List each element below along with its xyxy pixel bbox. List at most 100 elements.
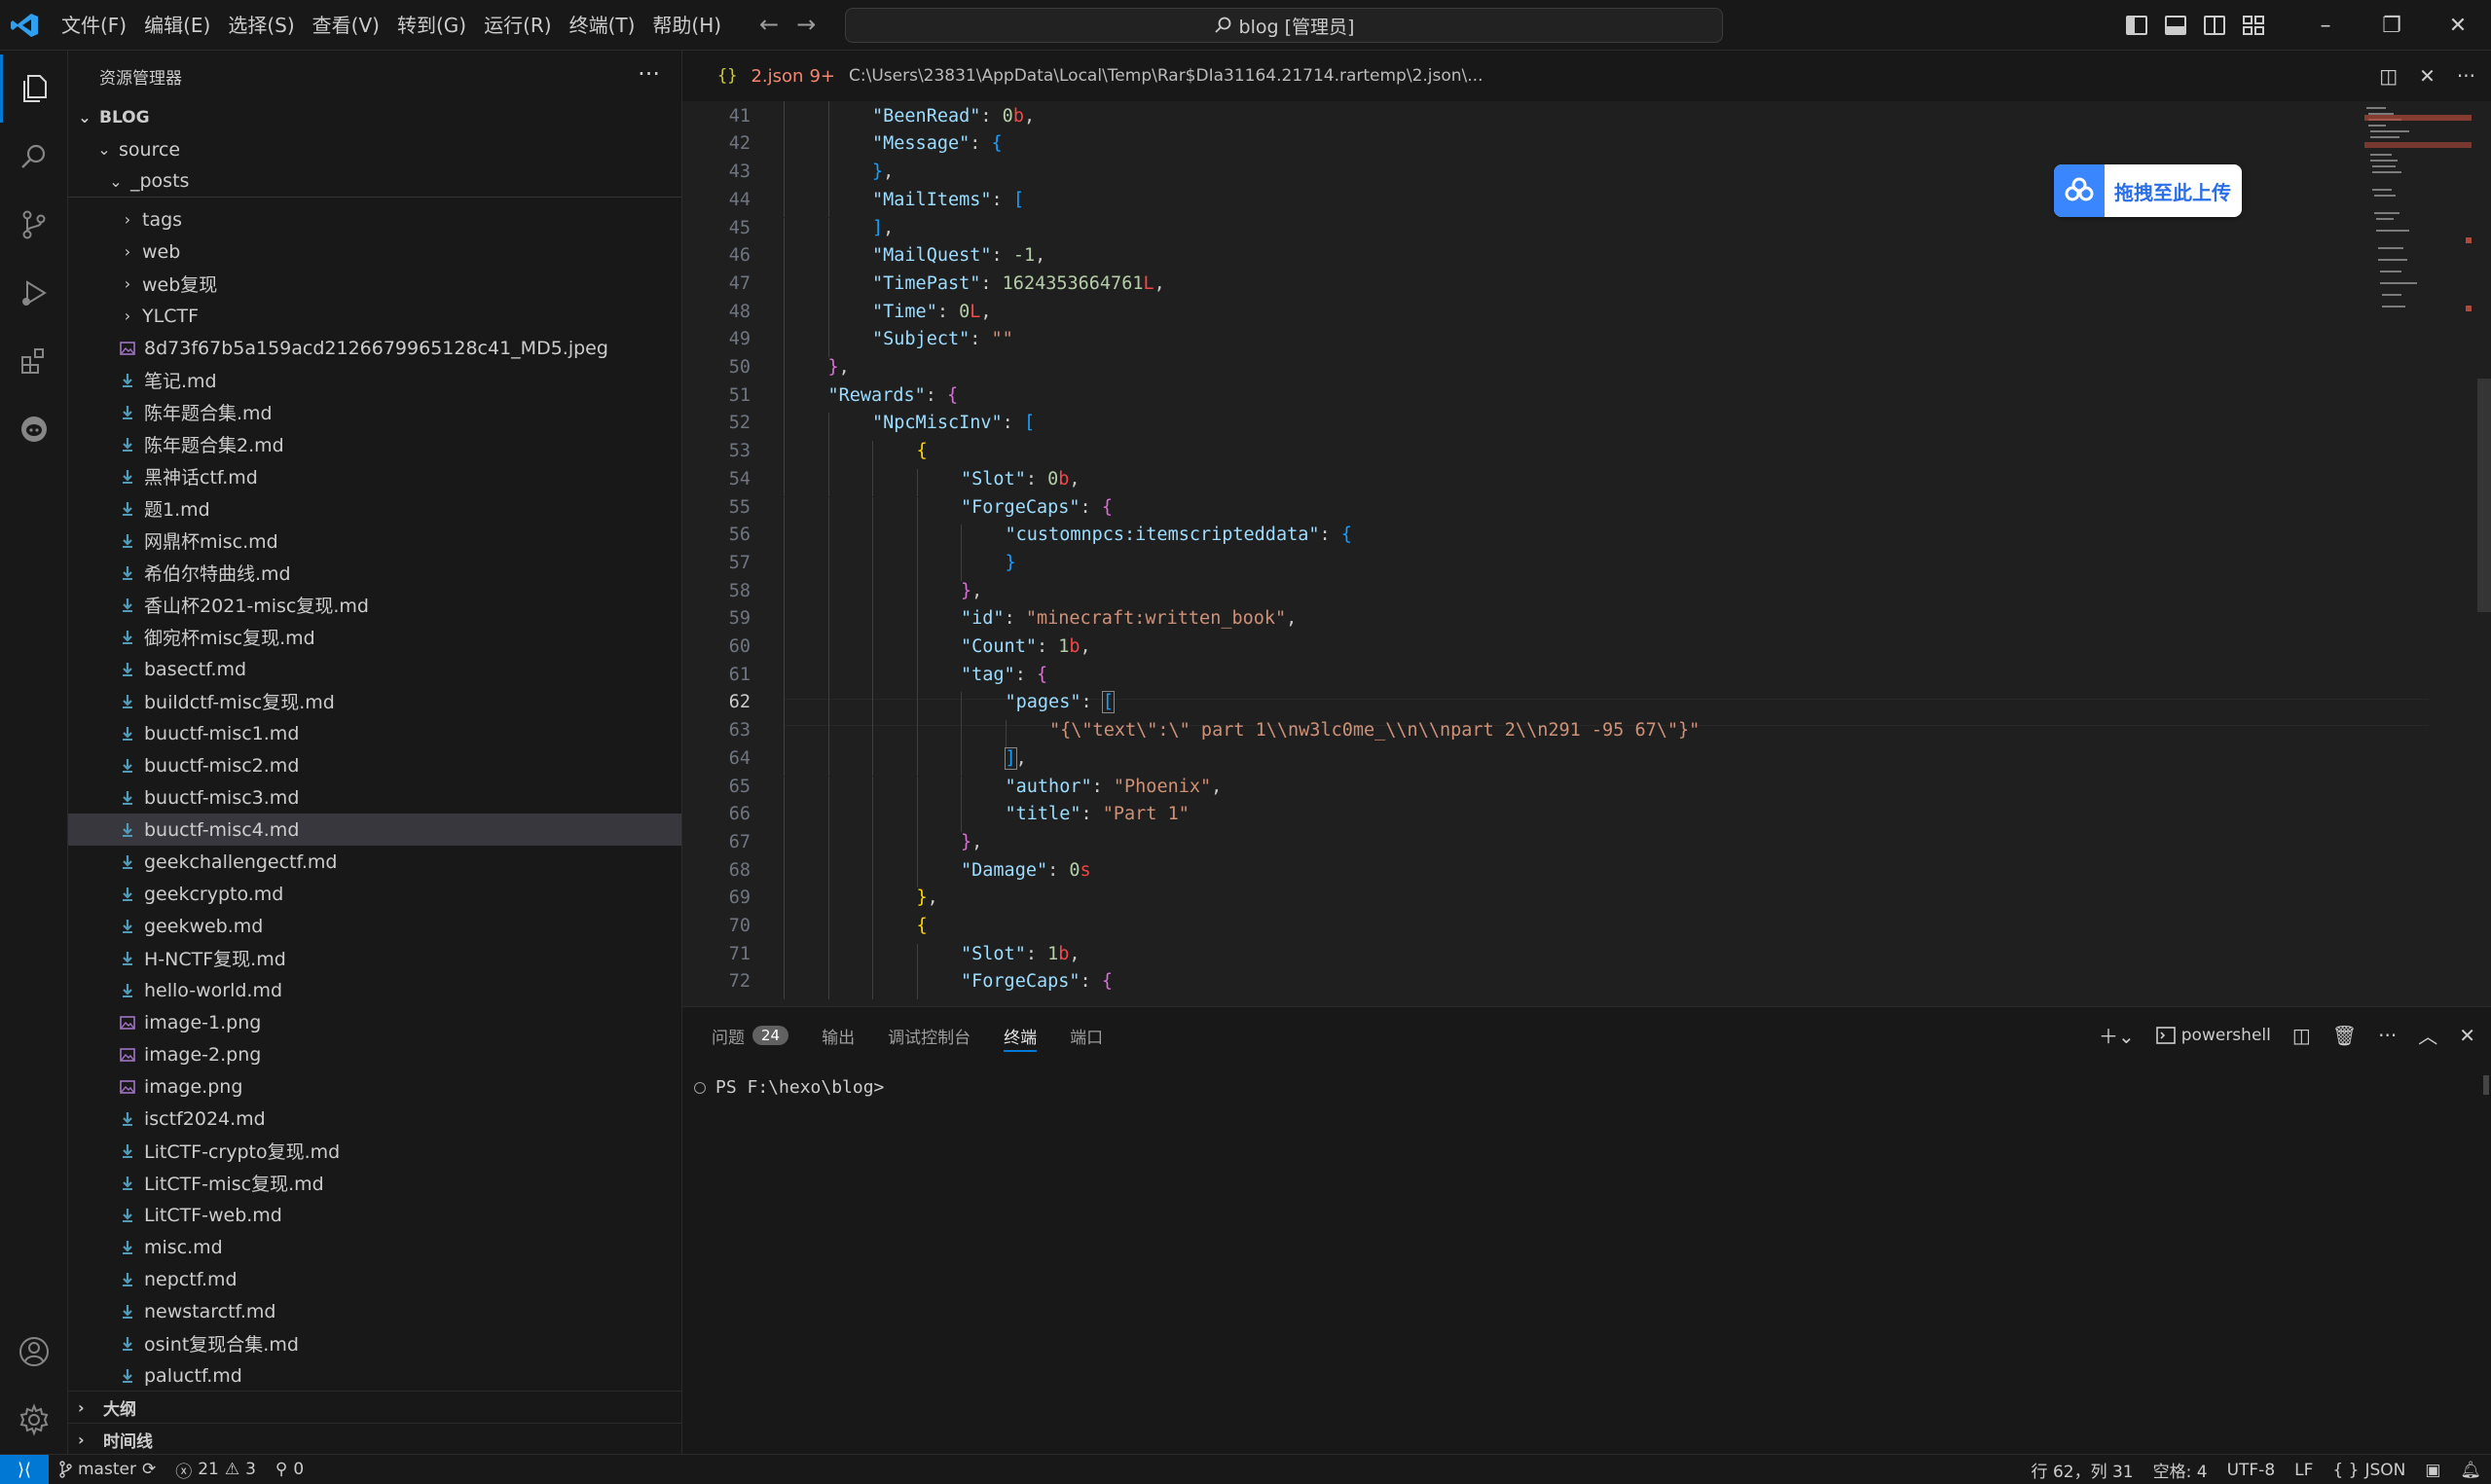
tree-folder[interactable]: › YLCTF	[68, 300, 681, 332]
timeline-section[interactable]: › 时间线	[68, 1423, 681, 1454]
upload-drop-button[interactable]: 拖拽至此上传	[2054, 164, 2242, 217]
feedback-icon[interactable]: ▣	[2415, 1461, 2450, 1480]
code-line[interactable]: "pages": [	[1006, 691, 1115, 714]
tree-file[interactable]: image-1.png	[68, 1006, 681, 1038]
split-terminal-icon[interactable]: ◫	[2292, 1024, 2311, 1047]
menu-run[interactable]: 运行(R)	[475, 0, 561, 51]
code-line[interactable]: "Count": 1b,	[961, 636, 1091, 657]
folder-posts[interactable]: ⌄ _posts	[68, 165, 681, 198]
code-line[interactable]: "Message": {	[872, 133, 1003, 154]
code-line[interactable]: "MailQuest": -1,	[872, 245, 1045, 266]
code-line[interactable]: "ForgeCaps": {	[961, 971, 1113, 992]
tree-folder[interactable]: › tags	[68, 203, 681, 235]
code-line[interactable]: "Subject": ""	[872, 329, 1013, 349]
terminal-scrollbar[interactable]	[2483, 1075, 2489, 1095]
tree-file[interactable]: H-NCTF复现.md	[68, 942, 681, 974]
maximize-panel-icon[interactable]: ︿	[2418, 1021, 2437, 1049]
github-copilot-icon[interactable]	[0, 395, 68, 463]
editor-scrollbar[interactable]	[2477, 379, 2491, 612]
toggle-panel-icon[interactable]	[2165, 16, 2186, 35]
code-line[interactable]: {	[917, 441, 928, 461]
close-panel-icon[interactable]: ✕	[2459, 1024, 2475, 1047]
tree-folder[interactable]: › web复现	[68, 268, 681, 300]
tree-file[interactable]: LitCTF-misc复现.md	[68, 1167, 681, 1199]
search-view-icon[interactable]	[0, 123, 68, 191]
code-line[interactable]: "ForgeCaps": {	[961, 497, 1113, 518]
tree-file[interactable]: image.png	[68, 1070, 681, 1103]
menu-edit[interactable]: 编辑(E)	[135, 0, 219, 51]
restore-button[interactable]: ❐	[2359, 0, 2425, 51]
menu-file[interactable]: 文件(F)	[53, 0, 135, 51]
code-line[interactable]: "TimePast": 1624353664761L,	[872, 273, 1165, 294]
code-line[interactable]: {	[917, 916, 928, 936]
tree-folder[interactable]: › web	[68, 235, 681, 268]
code-line[interactable]: "NpcMiscInv": [	[872, 413, 1035, 433]
tree-file[interactable]: paluctf.md	[68, 1359, 681, 1392]
split-editor-icon[interactable]: ◫	[2379, 64, 2398, 88]
cursor-position[interactable]: 行 62，列 31	[2022, 1458, 2143, 1482]
tree-file[interactable]: LitCTF-web.md	[68, 1199, 681, 1231]
code-line[interactable]: "author": "Phoenix",	[1006, 777, 1223, 797]
code-line[interactable]: "MailItems": [	[872, 190, 1024, 210]
menu-terminal[interactable]: 终端(T)	[561, 0, 644, 51]
code-editor[interactable]: 4041424344454647484950515253545556575859…	[682, 101, 2491, 1006]
terminal-shell-selector[interactable]: powershell	[2155, 1026, 2271, 1045]
accounts-icon[interactable]	[0, 1318, 68, 1386]
folder-root[interactable]: ⌄ BLOG	[68, 101, 681, 133]
code-line[interactable]: "id": "minecraft:written_book",	[961, 608, 1297, 629]
folder-source[interactable]: ⌄ source	[68, 133, 681, 165]
tree-file[interactable]: buuctf-misc2.md	[68, 749, 681, 781]
tab-debug-console[interactable]: 调试控制台	[888, 1007, 971, 1064]
code-line[interactable]: },	[917, 887, 938, 908]
code-line[interactable]: "{\"text\":\" part 1\\nw3lc0me_\\n\\npar…	[1049, 720, 1700, 741]
customize-layout-icon[interactable]	[2243, 16, 2264, 35]
minimap[interactable]	[2364, 101, 2472, 393]
toggle-secondary-sidebar-icon[interactable]	[2204, 16, 2225, 35]
language-mode[interactable]: { } JSON	[2323, 1461, 2415, 1480]
menu-view[interactable]: 查看(V)	[304, 0, 388, 51]
outline-section[interactable]: › 大纲	[68, 1391, 681, 1423]
more-actions-icon[interactable]: ···	[638, 60, 660, 88]
tree-file[interactable]: 8d73f67b5a159acd2126679965128c41_MD5.jpe…	[68, 332, 681, 364]
tree-file[interactable]: osint复现合集.md	[68, 1327, 681, 1359]
code-line[interactable]: "Time": 0L,	[872, 302, 992, 322]
minimize-button[interactable]: –	[2292, 0, 2359, 51]
code-line[interactable]: "BeenRead": 0b,	[872, 106, 1035, 127]
problems-indicator[interactable]: ⓧ 21 ⚠ 3	[165, 1458, 266, 1482]
code-line[interactable]: "tag": {	[961, 665, 1047, 685]
tree-file[interactable]: 香山杯2021-misc复现.md	[68, 589, 681, 621]
explorer-icon[interactable]	[0, 54, 68, 123]
tab-output[interactable]: 输出	[822, 1007, 855, 1064]
tab-terminal[interactable]: 终端	[1004, 1007, 1038, 1064]
close-window-button[interactable]: ✕	[2425, 0, 2491, 51]
tree-file[interactable]: geekcrypto.md	[68, 878, 681, 910]
tree-file[interactable]: 御宛杯misc复现.md	[68, 621, 681, 653]
indentation[interactable]: 空格: 4	[2143, 1458, 2217, 1482]
menu-selection[interactable]: 选择(S)	[219, 0, 303, 51]
notifications-bell-icon[interactable]: 🔔︎	[2450, 1461, 2491, 1480]
code-line[interactable]: "Slot": 1b,	[961, 944, 1081, 964]
tree-file[interactable]: isctf2024.md	[68, 1103, 681, 1135]
close-editor-icon[interactable]: ✕	[2419, 64, 2436, 88]
tree-file[interactable]: LitCTF-crypto复现.md	[68, 1135, 681, 1167]
code-line[interactable]: "Slot": 0b,	[961, 469, 1081, 489]
tree-file[interactable]: 黑神话ctf.md	[68, 460, 681, 492]
editor-breadcrumb[interactable]: {} 2.json 9+ C:\Users\23831\AppData\Loca…	[682, 66, 1484, 87]
tree-file[interactable]: 希伯尔特曲线.md	[68, 557, 681, 589]
tree-file[interactable]: basectf.md	[68, 653, 681, 685]
tree-file[interactable]: buuctf-misc3.md	[68, 781, 681, 814]
tree-file[interactable]: newstarctf.md	[68, 1295, 681, 1327]
source-control-icon[interactable]	[0, 191, 68, 259]
code-line[interactable]: },	[961, 581, 982, 601]
ports-indicator[interactable]: ⚲ 0	[266, 1460, 313, 1479]
code-line[interactable]: "Damage": 0s	[961, 860, 1091, 881]
tree-file[interactable]: buuctf-misc4.md	[68, 814, 681, 846]
tab-problems[interactable]: 问题 24	[712, 1007, 789, 1064]
tree-file[interactable]: nepctf.md	[68, 1263, 681, 1295]
code-content[interactable]: "Sender": "","BeenRead": 0b,"Message": {…	[784, 101, 2341, 1006]
code-line[interactable]: },	[828, 357, 850, 378]
code-line[interactable]: },	[961, 832, 982, 852]
tree-file[interactable]: 题1.md	[68, 492, 681, 525]
branch-indicator[interactable]: master ⟳	[49, 1460, 165, 1479]
code-line[interactable]: "title": "Part 1"	[1006, 804, 1190, 824]
